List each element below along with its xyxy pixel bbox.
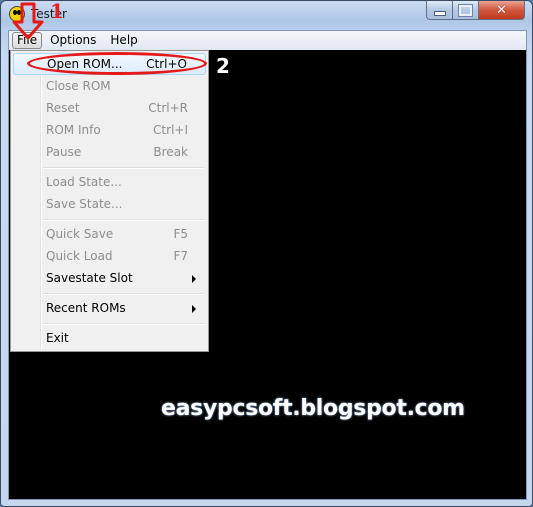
watermark-text: easypcsoft.blogspot.com: [161, 396, 465, 421]
menu-item-exit[interactable]: Exit: [13, 327, 206, 349]
menu-item-savestate-slot[interactable]: Savestate Slot: [13, 267, 206, 289]
annotation-step-2: 2: [216, 54, 230, 78]
annotation-step-1: 1: [50, 0, 64, 23]
menu-item-shortcut: Break: [153, 145, 188, 159]
annotation-down-arrow-icon: [12, 2, 44, 40]
menu-help[interactable]: Help: [104, 32, 143, 49]
minimize-button[interactable]: [426, 1, 453, 20]
menu-item-label: Load State...: [46, 175, 122, 189]
file-menu-dropdown: Open ROM... Ctrl+O Close ROM Reset Ctrl+…: [10, 50, 209, 352]
menu-item-rom-info[interactable]: ROM Info Ctrl+I: [13, 119, 206, 141]
menu-item-save-state[interactable]: Save State...: [13, 193, 206, 215]
maximize-icon: [458, 3, 473, 17]
menu-item-label: Exit: [46, 331, 69, 345]
minimize-icon: [433, 10, 446, 16]
menu-item-label: Reset: [46, 101, 80, 115]
menu-options[interactable]: Options: [44, 32, 102, 49]
menu-item-label: ROM Info: [46, 123, 101, 137]
menu-item-label: Recent ROMs: [46, 301, 126, 315]
menu-item-close-rom[interactable]: Close ROM: [13, 75, 206, 97]
close-button[interactable]: ✕: [479, 1, 525, 20]
menu-item-recent-roms[interactable]: Recent ROMs: [13, 297, 206, 319]
menu-item-quick-load[interactable]: Quick Load F7: [13, 245, 206, 267]
submenu-arrow-icon: [192, 275, 196, 283]
menu-item-label: Quick Load: [46, 249, 113, 263]
menu-item-pause[interactable]: Pause Break: [13, 141, 206, 163]
menu-separator: [43, 293, 204, 295]
submenu-arrow-icon: [192, 305, 196, 313]
menu-item-label: Savestate Slot: [46, 271, 133, 285]
menu-item-shortcut: F7: [173, 249, 188, 263]
menu-item-shortcut: F5: [173, 227, 188, 241]
maximize-button[interactable]: [453, 1, 479, 20]
close-icon: ✕: [496, 2, 507, 18]
menu-separator: [43, 167, 204, 169]
menu-item-load-state[interactable]: Load State...: [13, 171, 206, 193]
menu-item-label: Quick Save: [46, 227, 114, 241]
menu-item-label: Pause: [46, 145, 82, 159]
menu-bar: File Options Help: [9, 31, 526, 50]
menu-item-label: Save State...: [46, 197, 123, 211]
menu-item-shortcut: Ctrl+I: [153, 123, 188, 137]
menu-item-reset[interactable]: Reset Ctrl+R: [13, 97, 206, 119]
title-bar[interactable]: Tester ✕: [1, 1, 532, 31]
caption-buttons: ✕: [426, 1, 525, 20]
menu-separator: [43, 323, 204, 325]
menu-item-shortcut: Ctrl+R: [148, 101, 188, 115]
menu-item-label: Close ROM: [46, 79, 111, 93]
menu-separator: [43, 219, 204, 221]
annotation-highlight-ellipse: [27, 52, 207, 75]
menu-item-quick-save[interactable]: Quick Save F5: [13, 223, 206, 245]
